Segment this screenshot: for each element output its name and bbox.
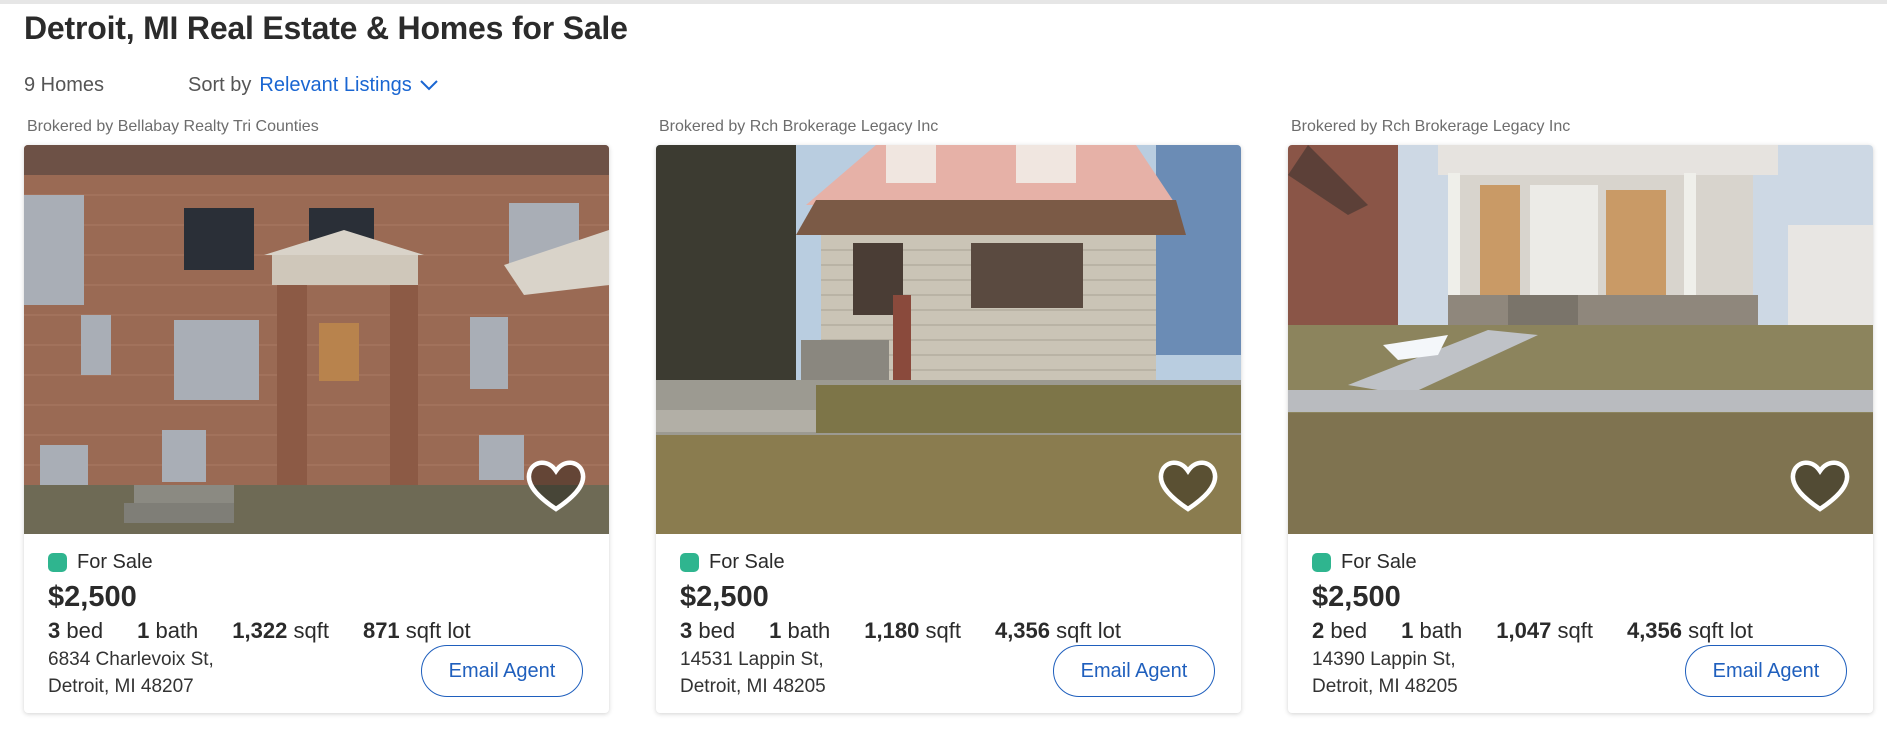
spec-sqft: 1,322 sqft xyxy=(232,618,329,643)
listing-specs: 3 bed 1 bath 1,180 sqft 4,356 sqft lot xyxy=(680,616,1220,646)
email-agent-button[interactable]: Email Agent xyxy=(1053,645,1215,697)
listing-card[interactable]: Brokered by Rch Brokerage Legacy Inc For… xyxy=(1288,113,1873,716)
listing-card[interactable]: Brokered by Rch Brokerage Legacy Inc For… xyxy=(656,113,1241,716)
sort-label: Sort by xyxy=(188,73,252,96)
top-divider xyxy=(0,0,1887,4)
status-badge: For Sale xyxy=(48,550,588,574)
listing-card[interactable]: Brokered by Bellabay Realty Tri Counties xyxy=(24,113,609,716)
heart-icon[interactable] xyxy=(524,455,588,515)
status-dot xyxy=(680,552,699,572)
email-agent-button[interactable]: Email Agent xyxy=(1685,645,1847,697)
listing-photo-image xyxy=(656,145,1241,534)
status-dot xyxy=(48,552,67,572)
listing-photo[interactable] xyxy=(656,145,1241,534)
listing-specs: 3 bed 1 bath 1,322 sqft 871 sqft lot xyxy=(48,616,588,646)
results-bar: 9 Homes Sort by Relevant Listings xyxy=(24,72,438,98)
sort-dropdown[interactable]: Relevant Listings xyxy=(259,73,438,97)
listing-photo-image xyxy=(1288,145,1873,534)
spec-baths: 1 bath xyxy=(137,618,199,643)
status-badge: For Sale xyxy=(680,550,1220,574)
broker-label: Brokered by Rch Brokerage Legacy Inc xyxy=(659,118,939,135)
spec-sqft: 1,047 sqft xyxy=(1496,618,1593,643)
listing-card-body: For Sale $2,500 2 bed 1 bath 1,047 sqft … xyxy=(1288,145,1873,713)
listing-photo[interactable] xyxy=(24,145,609,534)
heart-icon[interactable] xyxy=(1156,455,1220,515)
spec-beds: 2 bed xyxy=(1312,618,1368,643)
page-title: Detroit, MI Real Estate & Homes for Sale xyxy=(24,10,628,46)
status-text: For Sale xyxy=(77,550,153,573)
chevron-down-icon xyxy=(419,80,438,91)
sort-value: Relevant Listings xyxy=(259,73,412,96)
listing-photo-image xyxy=(24,145,609,534)
status-dot xyxy=(1312,552,1331,572)
listing-price: $2,500 xyxy=(680,581,769,613)
status-text: For Sale xyxy=(709,550,785,573)
listing-card-body: For Sale $2,500 3 bed 1 bath 1,322 sqft … xyxy=(24,145,609,713)
status-badge: For Sale xyxy=(1312,550,1852,574)
spec-beds: 3 bed xyxy=(680,618,736,643)
spec-beds: 3 bed xyxy=(48,618,104,643)
broker-label: Brokered by Bellabay Realty Tri Counties xyxy=(27,118,319,135)
heart-icon[interactable] xyxy=(1788,455,1852,515)
results-count: 9 Homes xyxy=(24,73,105,96)
status-text: For Sale xyxy=(1341,550,1417,573)
listing-specs: 2 bed 1 bath 1,047 sqft 4,356 sqft lot xyxy=(1312,616,1852,646)
listing-price: $2,500 xyxy=(48,581,137,613)
spec-lot: 4,356 sqft lot xyxy=(1626,618,1753,643)
spec-lot: 4,356 sqft lot xyxy=(994,618,1121,643)
spec-sqft: 1,180 sqft xyxy=(864,618,961,643)
listing-photo[interactable] xyxy=(1288,145,1873,534)
listing-card-body: For Sale $2,500 3 bed 1 bath 1,180 sqft … xyxy=(656,145,1241,713)
email-agent-button[interactable]: Email Agent xyxy=(421,645,583,697)
broker-label: Brokered by Rch Brokerage Legacy Inc xyxy=(1291,118,1571,135)
spec-lot: 871 sqft lot xyxy=(362,618,471,643)
listing-price: $2,500 xyxy=(1312,581,1401,613)
spec-baths: 1 bath xyxy=(1401,618,1463,643)
spec-baths: 1 bath xyxy=(769,618,831,643)
